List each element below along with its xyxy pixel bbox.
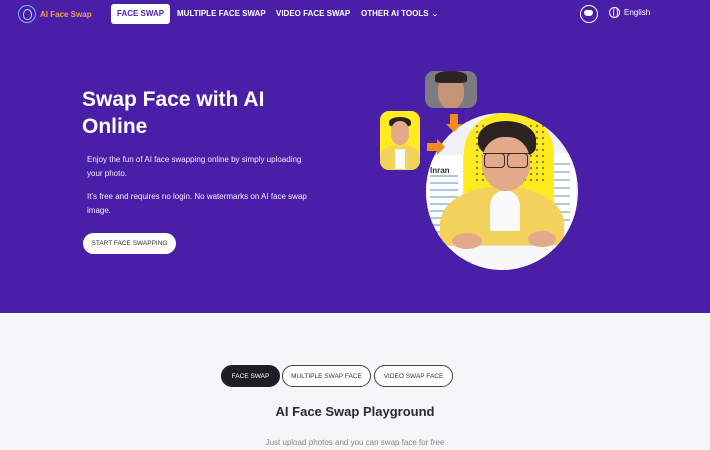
start-face-swapping-button[interactable]: START FACE SWAPPING bbox=[83, 233, 176, 254]
tab-video-swap-face[interactable]: VIDEO SWAP FACE bbox=[374, 365, 453, 387]
face-logo-icon bbox=[18, 5, 36, 23]
hero-title: Swap Face with AI Online bbox=[82, 88, 265, 138]
tab-face-swap[interactable]: FACE SWAP bbox=[221, 365, 280, 387]
chevron-down-icon: ⌄ bbox=[430, 11, 439, 18]
nav-tab-multiple-face-swap[interactable]: MULTIPLE FACE SWAP bbox=[177, 4, 266, 24]
arrow-right-icon bbox=[427, 139, 445, 155]
logo-text: AI Face Swap bbox=[40, 9, 92, 19]
person-tee bbox=[490, 191, 520, 231]
discord-icon[interactable] bbox=[580, 5, 598, 23]
glasses bbox=[483, 153, 529, 168]
playground-title: AI Face Swap Playground bbox=[275, 404, 435, 419]
nav-tab-face-swap[interactable]: FACE SWAP bbox=[111, 4, 171, 24]
playground-subtitle: Just upload photos and you can swap face… bbox=[265, 438, 445, 447]
globe-icon bbox=[609, 7, 620, 18]
source-face-thumbnail bbox=[425, 71, 477, 108]
image-caption-text: Inran bbox=[430, 166, 450, 175]
hero-description-1: Enjoy the fun of AI face swapping online… bbox=[87, 155, 302, 178]
nav-tab-video-face-swap[interactable]: VIDEO FACE SWAP bbox=[276, 4, 350, 24]
hand-right bbox=[528, 231, 556, 247]
nav-tab-other-ai-tools[interactable]: OTHER AI TOOLS ⌄ bbox=[361, 4, 439, 24]
nav-tab-other-ai-tools-label: OTHER AI TOOLS bbox=[361, 9, 429, 18]
hand-left bbox=[452, 233, 482, 249]
language-selector[interactable]: English bbox=[609, 7, 650, 18]
arrow-down-icon bbox=[446, 114, 462, 132]
hero-section: AI Face Swap FACE SWAP MULTIPLE FACE SWA… bbox=[0, 0, 710, 313]
hero-result-image: Inran bbox=[426, 113, 578, 270]
tab-multiple-swap-face[interactable]: MULTIPLE SWAP FACE bbox=[282, 365, 371, 387]
target-image-thumbnail bbox=[380, 111, 420, 170]
language-label: English bbox=[624, 8, 651, 17]
top-nav: AI Face Swap FACE SWAP MULTIPLE FACE SWA… bbox=[0, 0, 710, 30]
target-face bbox=[391, 121, 409, 145]
logo[interactable]: AI Face Swap bbox=[18, 5, 92, 23]
target-tee bbox=[395, 149, 405, 169]
hero-description-2: It's free and requires no login. No wate… bbox=[87, 192, 307, 215]
source-hair bbox=[435, 71, 467, 83]
playground-tabs: FACE SWAP MULTIPLE SWAP FACE VIDEO SWAP … bbox=[0, 365, 710, 387]
